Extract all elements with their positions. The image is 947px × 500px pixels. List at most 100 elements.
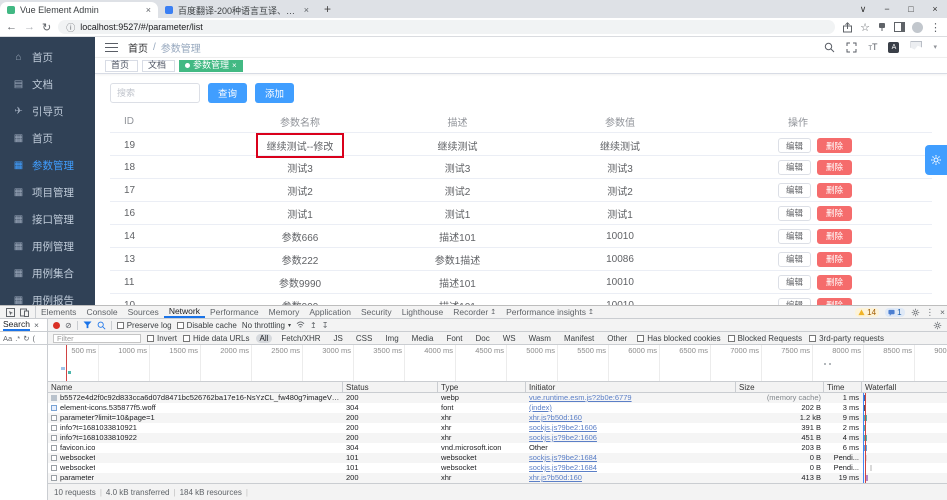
- edit-button[interactable]: 编辑: [778, 228, 812, 244]
- devtools-menu-icon[interactable]: ⋮: [926, 307, 935, 318]
- sidebar-item[interactable]: ▦ 首页: [0, 125, 95, 152]
- language-icon[interactable]: A: [888, 41, 900, 53]
- search-control-icon[interactable]: (: [33, 334, 36, 343]
- network-settings-icon[interactable]: [933, 321, 942, 330]
- network-search-icon[interactable]: [97, 321, 106, 330]
- network-request-row[interactable]: info?t=1681033810922 200 xhr sockjs.js?9…: [48, 433, 947, 443]
- devtools-tab[interactable]: Security: [356, 306, 397, 318]
- header-search-icon[interactable]: [824, 42, 835, 53]
- request-type-filter[interactable]: Font: [442, 334, 466, 343]
- request-initiator[interactable]: sockjs.js?9be2:1684: [526, 453, 736, 463]
- edit-button[interactable]: 编辑: [778, 205, 812, 221]
- edit-button[interactable]: 编辑: [778, 182, 812, 198]
- add-button[interactable]: 添加: [255, 83, 295, 103]
- delete-button[interactable]: 删除: [817, 228, 853, 244]
- sidebar-item[interactable]: ✈ 引导页: [0, 98, 95, 125]
- share-icon[interactable]: [842, 21, 853, 33]
- site-info-icon[interactable]: ⓘ: [66, 21, 75, 34]
- request-initiator[interactable]: xhr.js?b50d:160: [526, 413, 736, 423]
- request-type-filter[interactable]: Manifest: [560, 334, 598, 343]
- request-type-filter[interactable]: Wasm: [525, 334, 555, 343]
- request-type-filter[interactable]: Fetch/XHR: [277, 334, 324, 343]
- new-tab-button[interactable]: +: [324, 2, 331, 16]
- extension-pin-icon[interactable]: [877, 22, 887, 32]
- request-type-filter[interactable]: Doc: [471, 334, 493, 343]
- network-request-row[interactable]: info?t=1681033810921 200 xhr sockjs.js?9…: [48, 423, 947, 433]
- browser-menu-icon[interactable]: ⋮: [930, 21, 941, 34]
- nt-col-size[interactable]: Size: [736, 382, 824, 393]
- request-initiator[interactable]: xhr.js?b50d:160: [526, 473, 736, 483]
- search-input[interactable]: [110, 83, 200, 103]
- request-initiator[interactable]: sockjs.js?9be2:1684: [526, 463, 736, 473]
- request-type-filter[interactable]: CSS: [352, 334, 376, 343]
- delete-button[interactable]: 删除: [817, 205, 853, 221]
- request-initiator[interactable]: sockjs.js?9be2:1606: [526, 423, 736, 433]
- network-request-row[interactable]: b5572e4d2f0c92d833cca6d07d8471bc526762ba…: [48, 393, 947, 403]
- request-initiator[interactable]: sockjs.js?9be2:1606: [526, 433, 736, 443]
- delete-button[interactable]: 删除: [817, 159, 853, 175]
- hide-data-urls-checkbox[interactable]: Hide data URLs: [183, 334, 250, 343]
- breadcrumb-home[interactable]: 首页: [128, 40, 148, 55]
- tab-close-icon[interactable]: ×: [146, 5, 151, 15]
- text-size-icon[interactable]: TT: [868, 42, 877, 52]
- nt-col-name[interactable]: Name: [48, 382, 343, 393]
- avatar-caret-icon[interactable]: ▾: [933, 43, 937, 51]
- nt-col-initiator[interactable]: Initiator: [526, 382, 736, 393]
- settings-panel-button[interactable]: [925, 145, 947, 175]
- filter-checkbox[interactable]: Blocked Requests: [727, 334, 802, 343]
- filter-funnel-icon[interactable]: [83, 321, 92, 329]
- hamburger-icon[interactable]: [105, 43, 118, 52]
- browser-tab[interactable]: Vue Element Admin ×: [0, 2, 158, 18]
- edit-button[interactable]: 编辑: [778, 138, 812, 153]
- request-type-filter[interactable]: Other: [603, 334, 631, 343]
- sidebar-item[interactable]: ▦ 用例集合: [0, 260, 95, 287]
- tab-close-icon[interactable]: ×: [304, 5, 309, 15]
- filter-checkbox[interactable]: 3rd-party requests: [809, 334, 884, 343]
- edit-button[interactable]: 编辑: [778, 159, 812, 175]
- devtools-tab[interactable]: Application: [304, 306, 356, 318]
- tag-close-icon[interactable]: ×: [232, 60, 237, 71]
- request-initiator[interactable]: (index): [526, 403, 736, 413]
- window-dropdown-icon[interactable]: ∨: [851, 0, 875, 18]
- delete-button[interactable]: 删除: [817, 251, 853, 267]
- devtools-settings-icon[interactable]: [911, 308, 920, 317]
- forward-icon[interactable]: →: [24, 21, 35, 33]
- devtools-tab[interactable]: Elements: [36, 306, 81, 318]
- network-request-row[interactable]: element-icons.535877f5.woff 304 font (in…: [48, 403, 947, 413]
- search-control-icon[interactable]: ↻: [23, 334, 29, 343]
- back-icon[interactable]: ←: [6, 21, 17, 33]
- reload-icon[interactable]: ↻: [42, 21, 51, 34]
- invert-checkbox[interactable]: Invert: [147, 334, 177, 343]
- network-request-row[interactable]: websocket 101 websocket sockjs.js?9be2:1…: [48, 453, 947, 463]
- request-initiator[interactable]: vue.runtime.esm.js?2b0e:6779: [526, 393, 736, 403]
- sidebar-item[interactable]: ⌂ 首页: [0, 44, 95, 71]
- filter-checkbox[interactable]: Has blocked cookies: [637, 334, 721, 343]
- search-drawer-tab[interactable]: Search: [3, 319, 30, 331]
- devtools-close-icon[interactable]: ×: [940, 307, 945, 317]
- profile-avatar[interactable]: [912, 21, 923, 33]
- nt-col-status[interactable]: Status: [343, 382, 438, 393]
- devtools-tab[interactable]: Network: [163, 306, 205, 318]
- fullscreen-icon[interactable]: [846, 42, 857, 53]
- clear-icon[interactable]: ⊘: [65, 321, 72, 330]
- search-drawer-close-icon[interactable]: ×: [34, 320, 39, 330]
- devtools-tab[interactable]: Console: [81, 306, 122, 318]
- network-request-row[interactable]: websocket 101 websocket sockjs.js?9be2:1…: [48, 463, 947, 473]
- browser-tab[interactable]: 百度翻译-200种语言互译、沟通... ×: [158, 2, 316, 18]
- preserve-log-checkbox[interactable]: Preserve log: [116, 321, 172, 330]
- delete-button[interactable]: 删除: [817, 182, 853, 198]
- request-initiator[interactable]: Other: [526, 443, 736, 453]
- device-toolbar-icon[interactable]: [20, 308, 29, 317]
- window-maximize-icon[interactable]: □: [899, 0, 923, 18]
- messages-badge[interactable]: 1: [885, 307, 905, 317]
- request-type-filter[interactable]: Img: [381, 334, 402, 343]
- nt-col-time[interactable]: Time: [824, 382, 862, 393]
- export-har-icon[interactable]: ↧: [322, 321, 329, 330]
- request-type-filter[interactable]: JS: [330, 334, 347, 343]
- record-icon[interactable]: [53, 321, 60, 329]
- window-minimize-icon[interactable]: −: [875, 0, 899, 18]
- import-har-icon[interactable]: ↥: [310, 321, 317, 330]
- search-control-icon[interactable]: Aa: [3, 334, 12, 343]
- url-field[interactable]: ⓘ localhost:9527/#/parameter/list: [58, 20, 836, 34]
- request-type-filter[interactable]: All: [255, 333, 273, 343]
